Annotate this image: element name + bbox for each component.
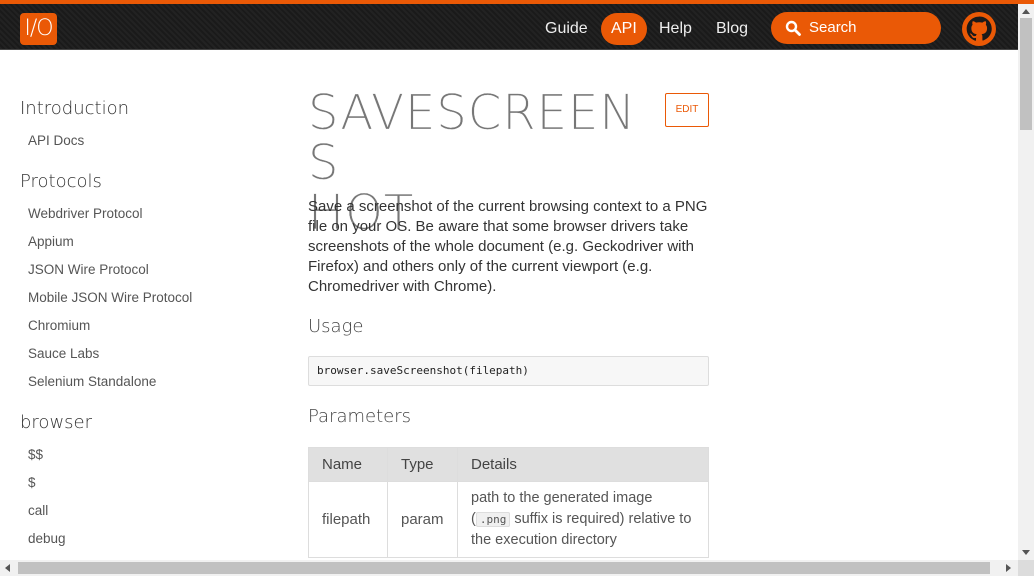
nav-guide[interactable]: Guide xyxy=(537,13,596,45)
vertical-scrollbar-thumb[interactable] xyxy=(1020,18,1032,130)
search-button[interactable]: Search xyxy=(771,12,941,44)
edit-button[interactable]: EDIT xyxy=(665,93,709,127)
param-details-code: .png xyxy=(475,512,511,527)
nav-blog[interactable]: Blog xyxy=(708,13,756,45)
sidebar-item-double-dollar[interactable]: $$ xyxy=(28,447,43,462)
sidebar-item-api-docs[interactable]: API Docs xyxy=(28,133,84,148)
search-icon xyxy=(785,20,801,36)
sidebar-item-dollar[interactable]: $ xyxy=(28,475,36,490)
sidebar-item-selenium-standalone[interactable]: Selenium Standalone xyxy=(28,374,156,389)
github-icon[interactable] xyxy=(962,12,996,46)
search-label: Search xyxy=(809,19,857,36)
table-row: filepath param path to the generated ima… xyxy=(308,481,709,558)
command-description: Save a screenshot of the current browsin… xyxy=(308,198,708,295)
navbar: I/O Guide API Help Blog Search xyxy=(0,4,1018,50)
column-header-details: Details xyxy=(457,447,709,482)
nav-help[interactable]: Help xyxy=(651,13,700,45)
sidebar-heading-introduction[interactable]: Introduction xyxy=(20,98,129,119)
param-details-cell: path to the generated image (.png suffix… xyxy=(457,481,709,558)
page-title-line-1: SAVESCREENS xyxy=(308,85,637,191)
sidebar-item-sauce-labs[interactable]: Sauce Labs xyxy=(28,346,99,361)
horizontal-scrollbar[interactable] xyxy=(0,560,1018,576)
sidebar-heading-browser[interactable]: browser xyxy=(20,412,92,433)
sidebar-item-debug[interactable]: debug xyxy=(28,531,66,546)
usage-code-block: browser.saveScreenshot(filepath) xyxy=(308,356,709,386)
sidebar-item-mobile-json-wire-protocol[interactable]: Mobile JSON Wire Protocol xyxy=(28,290,192,305)
nav-api[interactable]: API xyxy=(601,13,647,45)
sidebar-heading-protocols[interactable]: Protocols xyxy=(20,171,102,192)
sidebar-item-json-wire-protocol[interactable]: JSON Wire Protocol xyxy=(28,262,149,277)
scroll-right-arrow-icon[interactable] xyxy=(1006,564,1011,572)
horizontal-scrollbar-thumb[interactable] xyxy=(18,562,990,574)
sidebar-item-call[interactable]: call xyxy=(28,503,48,518)
table-header-row: Name Type Details xyxy=(308,447,709,482)
site-logo[interactable]: I/O xyxy=(20,13,57,45)
parameters-table: Name Type Details filepath param path to… xyxy=(308,447,709,558)
sidebar-item-chromium[interactable]: Chromium xyxy=(28,318,90,333)
column-header-type: Type xyxy=(387,447,458,482)
vertical-scrollbar[interactable] xyxy=(1018,4,1034,560)
sidebar-item-webdriver-protocol[interactable]: Webdriver Protocol xyxy=(28,206,143,221)
scroll-up-arrow-icon[interactable] xyxy=(1022,9,1030,14)
parameters-heading: Parameters xyxy=(308,406,412,427)
sidebar-item-appium[interactable]: Appium xyxy=(28,234,74,249)
param-name-cell: filepath xyxy=(308,481,388,558)
usage-heading: Usage xyxy=(308,316,364,337)
scrollbar-corner xyxy=(1018,560,1034,576)
param-type-cell: param xyxy=(387,481,458,558)
column-header-name: Name xyxy=(308,447,388,482)
scroll-down-arrow-icon[interactable] xyxy=(1022,550,1030,555)
scroll-left-arrow-icon[interactable] xyxy=(5,564,10,572)
